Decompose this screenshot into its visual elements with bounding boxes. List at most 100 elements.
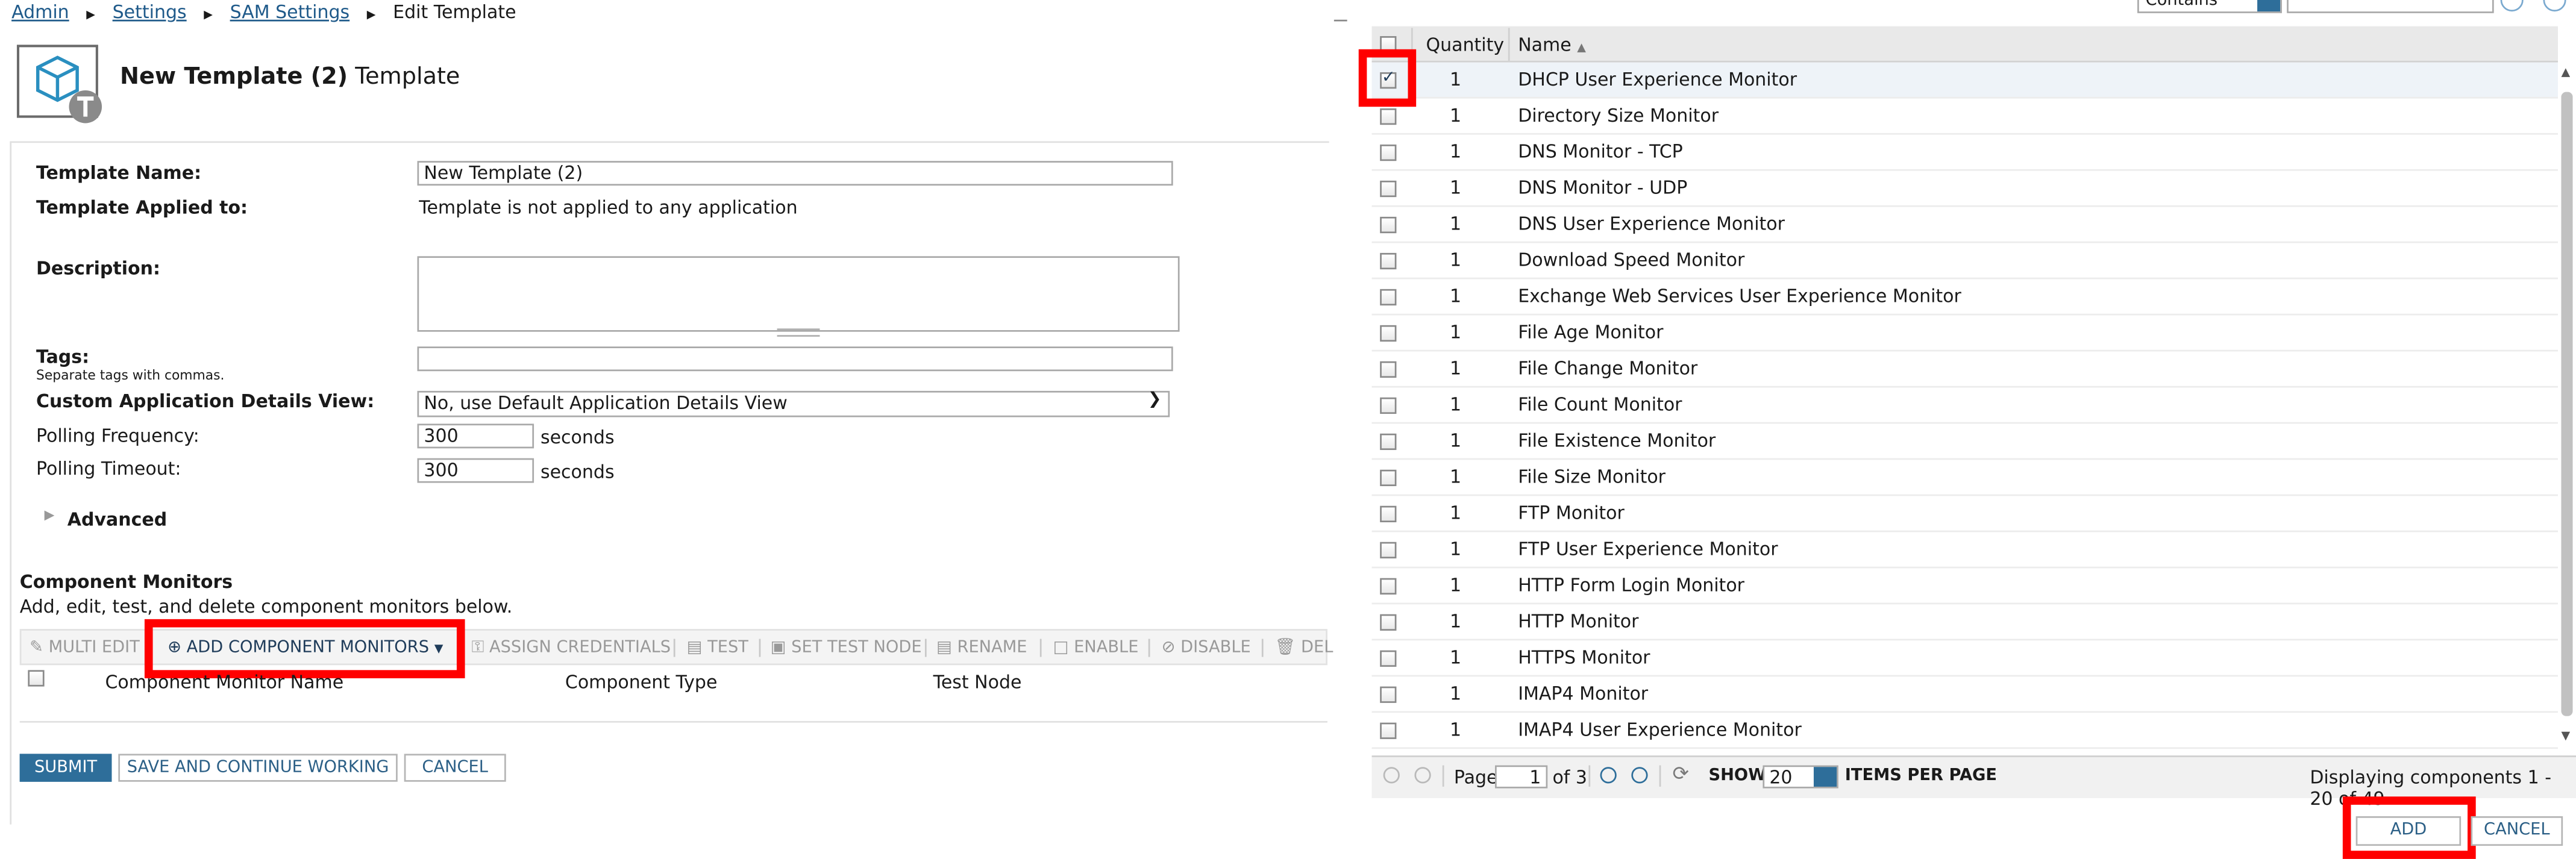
col-sep [1508, 28, 1510, 61]
list-item[interactable]: 1 DNS User Experience Monitor [1371, 207, 2559, 243]
list-item[interactable]: 1 HTTPS Monitor [1371, 640, 2559, 677]
list-item[interactable]: 1 File Existence Monitor [1371, 423, 2559, 460]
cancel-button[interactable]: CANCEL [404, 754, 506, 782]
list-item[interactable]: 1 FTP User Experience Monitor [1371, 532, 2559, 569]
per-page-select[interactable]: 20 [1763, 765, 1838, 789]
list-item[interactable]: 1 File Age Monitor [1371, 315, 2559, 352]
show-label: SHOW [1708, 767, 1767, 786]
row-checkbox[interactable] [1380, 397, 1397, 414]
delete-button[interactable]: 🗑 DEL [1275, 639, 1333, 659]
description-textarea[interactable] [417, 256, 1180, 337]
expand-arrow-icon[interactable]: ▶ [45, 507, 55, 522]
row-name: HTTPS Monitor [1518, 647, 1650, 669]
breadcrumb-sep-icon: ▶ [204, 8, 213, 22]
list-item[interactable]: 1 HTTP Monitor [1371, 604, 2559, 641]
prev-page-icon[interactable] [1414, 767, 1431, 784]
row-checkbox[interactable] [1380, 180, 1397, 198]
resize-handle[interactable] [777, 328, 820, 337]
scroll-down-icon[interactable]: ▼ [2561, 729, 2570, 743]
row-name: IMAP4 User Experience Monitor [1518, 719, 1802, 741]
page-input[interactable]: 1 [1495, 765, 1548, 789]
chevron-down-icon [1813, 767, 1837, 787]
col-name-sort[interactable]: Name ▲ [1518, 34, 1586, 55]
row-checkbox[interactable] [1380, 252, 1397, 270]
first-page-icon[interactable] [1383, 767, 1400, 784]
scroll-up-icon[interactable]: ▲ [2561, 66, 2570, 79]
list-item[interactable]: 1 DNS Monitor - TCP [1371, 135, 2559, 171]
advanced-toggle[interactable]: Advanced [67, 509, 167, 530]
filter-select[interactable]: Contains [2137, 0, 2282, 13]
col-monitor-name: Component Monitor Name [105, 672, 344, 693]
row-checkbox[interactable] [1380, 542, 1397, 558]
row-checkbox[interactable] [1380, 578, 1397, 595]
breadcrumb-sam-settings[interactable]: SAM Settings [230, 2, 350, 23]
polling-freq-input[interactable]: 300 [417, 423, 534, 449]
row-checkbox[interactable] [1380, 325, 1397, 342]
list-item[interactable]: 1 HTTP Form Login Monitor [1371, 568, 2559, 605]
row-quantity: 1 [1450, 575, 1462, 596]
highlight-add-button [2342, 796, 2476, 859]
list-item[interactable]: 1 Exchange Web Services User Experience M… [1371, 279, 2559, 316]
search-icon[interactable] [2500, 0, 2524, 12]
row-checkbox[interactable] [1380, 469, 1397, 487]
enable-button[interactable]: □ ENABLE [1053, 639, 1139, 659]
row-checkbox[interactable] [1380, 108, 1397, 125]
save-continue-button[interactable]: SAVE AND CONTINUE WORKING [118, 754, 398, 782]
template-name-input[interactable]: New Template (2) [417, 161, 1173, 186]
clear-icon[interactable] [2543, 0, 2566, 12]
row-checkbox[interactable] [1380, 216, 1397, 234]
polling-timeout-input[interactable]: 300 [417, 458, 534, 483]
page-of: of 3 [1552, 767, 1588, 789]
next-page-icon[interactable] [1600, 767, 1617, 784]
row-checkbox[interactable] [1380, 505, 1397, 522]
list-item[interactable]: ✓ 1 DHCP User Experience Monitor [1371, 62, 2559, 99]
enable-icon: □ [1053, 639, 1069, 657]
list-item[interactable]: 1 File Count Monitor [1371, 387, 2559, 424]
row-name: HTTP Monitor [1518, 611, 1639, 633]
row-name: DNS User Experience Monitor [1518, 213, 1785, 235]
row-name: DHCP User Experience Monitor [1518, 69, 1797, 90]
tags-input[interactable] [417, 346, 1173, 372]
submit-button[interactable]: SUBMIT [19, 754, 112, 782]
row-name: Directory Size Monitor [1518, 105, 1719, 127]
custom-view-select[interactable]: No, use Default Application Details View… [417, 390, 1170, 417]
set-test-node-button[interactable]: ▣ SET TEST NODE [771, 639, 922, 659]
polling-freq-label: Polling Frequency: [36, 425, 199, 447]
scroll-thumb[interactable] [2561, 92, 2573, 716]
row-checkbox[interactable] [1380, 650, 1397, 667]
test-button[interactable]: ▤ TEST [687, 639, 748, 659]
list-item[interactable]: 1 IMAP4 Monitor [1371, 676, 2559, 713]
list-item[interactable]: 1 DNS Monitor - UDP [1371, 171, 2559, 207]
row-checkbox[interactable] [1380, 289, 1397, 306]
list-item[interactable]: 1 File Size Monitor [1371, 460, 2559, 496]
list-item[interactable]: 1 IMAP4 User Experience Monitor [1371, 713, 2559, 749]
pager-sep [1588, 765, 1591, 787]
list-item[interactable]: 1 FTP Monitor [1371, 496, 2559, 533]
row-checkbox[interactable] [1380, 722, 1397, 739]
rename-button[interactable]: ▤ RENAME [936, 639, 1027, 659]
scrollbar[interactable]: ▲ ▼ [2558, 63, 2576, 749]
refresh-icon[interactable]: ⟳ [1672, 762, 1688, 785]
last-page-icon[interactable] [1631, 767, 1648, 784]
row-checkbox[interactable] [1380, 614, 1397, 631]
list-item[interactable]: 1 Download Speed Monitor [1371, 243, 2559, 280]
assign-credentials-button[interactable]: ⚿ ASSIGN CREDENTIALS [471, 639, 671, 659]
list-item[interactable]: 1 File Change Monitor [1371, 351, 2559, 388]
breadcrumb-settings[interactable]: Settings [113, 2, 187, 23]
select-all-monitors-checkbox[interactable] [28, 670, 45, 687]
row-checkbox[interactable] [1380, 433, 1397, 451]
row-checkbox[interactable] [1380, 686, 1397, 703]
row-name: FTP User Experience Monitor [1518, 539, 1778, 560]
row-quantity: 1 [1450, 683, 1462, 705]
filter-search-input[interactable] [2287, 0, 2494, 13]
breadcrumb-admin[interactable]: Admin [11, 2, 69, 23]
row-checkbox[interactable] [1380, 361, 1397, 378]
disable-button[interactable]: ⊘ DISABLE [1162, 639, 1251, 659]
dialog-cancel-button[interactable]: CANCEL [2471, 816, 2563, 846]
row-quantity: 1 [1450, 719, 1462, 741]
col-quantity[interactable]: Quantity [1426, 34, 1505, 55]
template-icon [16, 45, 102, 123]
row-checkbox[interactable] [1380, 144, 1397, 161]
multi-edit-button[interactable]: ✎ MULTI EDIT [30, 639, 140, 659]
list-item[interactable]: 1 Directory Size Monitor [1371, 99, 2559, 135]
